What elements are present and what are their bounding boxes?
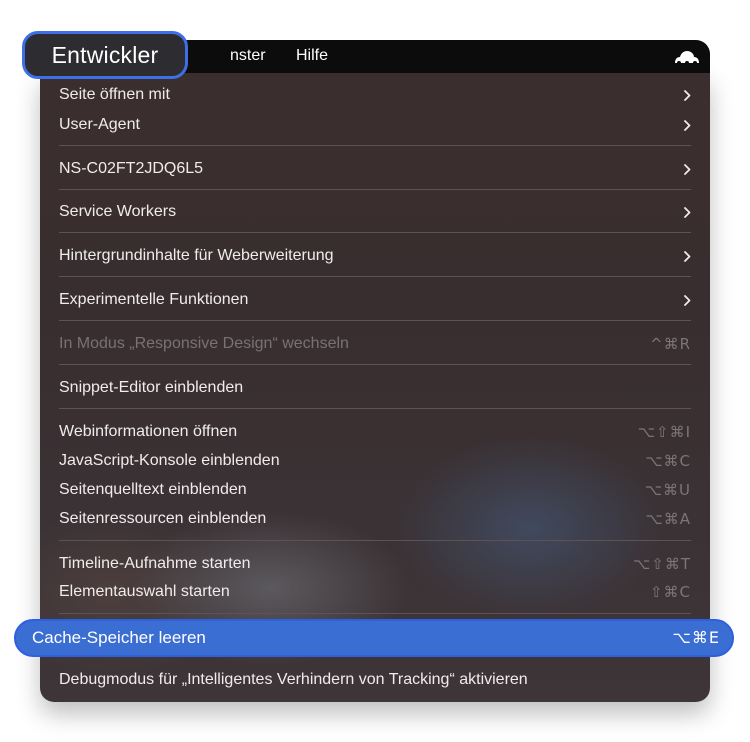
menu-separator (59, 145, 691, 146)
menubar-item-hilfe[interactable]: Hilfe (296, 46, 328, 66)
menu-separator (59, 613, 691, 614)
menu-item-label: NS-C02FT2JDQ6L5 (59, 160, 204, 177)
menubar-item-fenster[interactable]: nster (230, 46, 266, 66)
keyboard-shortcut: ^⌘R (650, 335, 691, 353)
cloud-icon[interactable] (672, 46, 702, 66)
menu-separator (59, 364, 691, 365)
menu-item-snippet-editor[interactable]: Snippet-Editor einblenden (59, 376, 691, 400)
menu-item-label: Experimentelle Funktionen (59, 291, 249, 308)
menu-item-label: Seitenquelltext einblenden (59, 481, 247, 498)
menu-item-experimentelle-funktionen[interactable]: Experimentelle Funktionen (59, 288, 691, 312)
menu-item-label: Elementauswahl starten (59, 583, 230, 600)
keyboard-shortcut: ⌥⌘E (672, 628, 720, 647)
menu-item-service-workers[interactable]: Service Workers (59, 200, 691, 224)
menu-item-responsive-design: In Modus „Responsive Design“ wechseln ^⌘… (59, 332, 691, 356)
keyboard-shortcut: ⌥⇧⌘T (632, 555, 691, 573)
menu-item-label: Seitenressourcen einblenden (59, 510, 267, 527)
menu-item-label: User-Agent (59, 116, 140, 133)
menu-item-debugmodus-tracking[interactable]: Debugmodus für „Intelligentes Verhindern… (59, 668, 691, 692)
menu-item-elementauswahl[interactable]: Elementauswahl starten ⇧⌘C (59, 580, 691, 604)
menu-item-label: Cache-Speicher leeren (32, 628, 206, 647)
chevron-right-icon (681, 200, 691, 224)
keyboard-shortcut: ⇧⌘C (649, 583, 691, 601)
menu-item-label: In Modus „Responsive Design“ wechseln (59, 335, 349, 352)
menu-separator (59, 189, 691, 190)
menu-item-seite-oeffnen-mit[interactable]: Seite öffnen mit (59, 83, 691, 107)
menu-item-label: Service Workers (59, 203, 177, 220)
menu-separator (59, 408, 691, 409)
menu-item-label: Webinformationen öffnen (59, 423, 238, 440)
menu-item-label: Timeline-Aufnahme starten (59, 555, 251, 572)
menu-separator (59, 232, 691, 233)
menu-item-user-agent[interactable]: User-Agent (59, 113, 691, 137)
chevron-right-icon (681, 288, 691, 312)
keyboard-shortcut: ⌥⌘A (645, 510, 691, 528)
screenshot-stage: Seite öffnen mit User-Agent NS-C02FT2JDQ… (0, 0, 750, 742)
chevron-right-icon (681, 244, 691, 268)
menu-item-javascript-konsole[interactable]: JavaScript-Konsole einblenden ⌥⌘C (59, 449, 691, 473)
menu-separator (59, 320, 691, 321)
menu-item-label: Hintergrundinhalte für Weberweiterung (59, 247, 334, 264)
menu-item-cache-speicher-leeren[interactable]: Cache-Speicher leeren ⌥⌘E (14, 619, 734, 657)
menu-item-label: Snippet-Editor einblenden (59, 379, 244, 396)
menu-item-webinformationen[interactable]: Webinformationen öffnen ⌥⇧⌘I (59, 420, 691, 444)
entwickler-menu-dropdown: Seite öffnen mit User-Agent NS-C02FT2JDQ… (40, 73, 710, 702)
menu-item-device[interactable]: NS-C02FT2JDQ6L5 (59, 157, 691, 181)
keyboard-shortcut: ⌥⌘U (644, 481, 691, 499)
menu-separator (59, 276, 691, 277)
menu-item-label: Seite öffnen mit (59, 86, 170, 103)
menu-item-timeline-aufnahme[interactable]: Timeline-Aufnahme starten ⌥⇧⌘T (59, 552, 691, 576)
chevron-right-icon (681, 157, 691, 181)
menubar-item-entwickler[interactable]: Entwickler (22, 31, 188, 79)
keyboard-shortcut: ⌥⌘C (645, 452, 691, 470)
menu-separator (59, 540, 691, 541)
chevron-right-icon (681, 83, 691, 107)
keyboard-shortcut: ⌥⇧⌘I (637, 423, 691, 441)
menu-item-hintergrundinhalte[interactable]: Hintergrundinhalte für Weberweiterung (59, 244, 691, 268)
menu-item-label: Debugmodus für „Intelligentes Verhindern… (59, 671, 528, 688)
menu-item-seitenquelltext[interactable]: Seitenquelltext einblenden ⌥⌘U (59, 478, 691, 502)
menu-item-label: JavaScript-Konsole einblenden (59, 452, 280, 469)
chevron-right-icon (681, 113, 691, 137)
menu-item-seitenressourcen[interactable]: Seitenressourcen einblenden ⌥⌘A (59, 507, 691, 531)
